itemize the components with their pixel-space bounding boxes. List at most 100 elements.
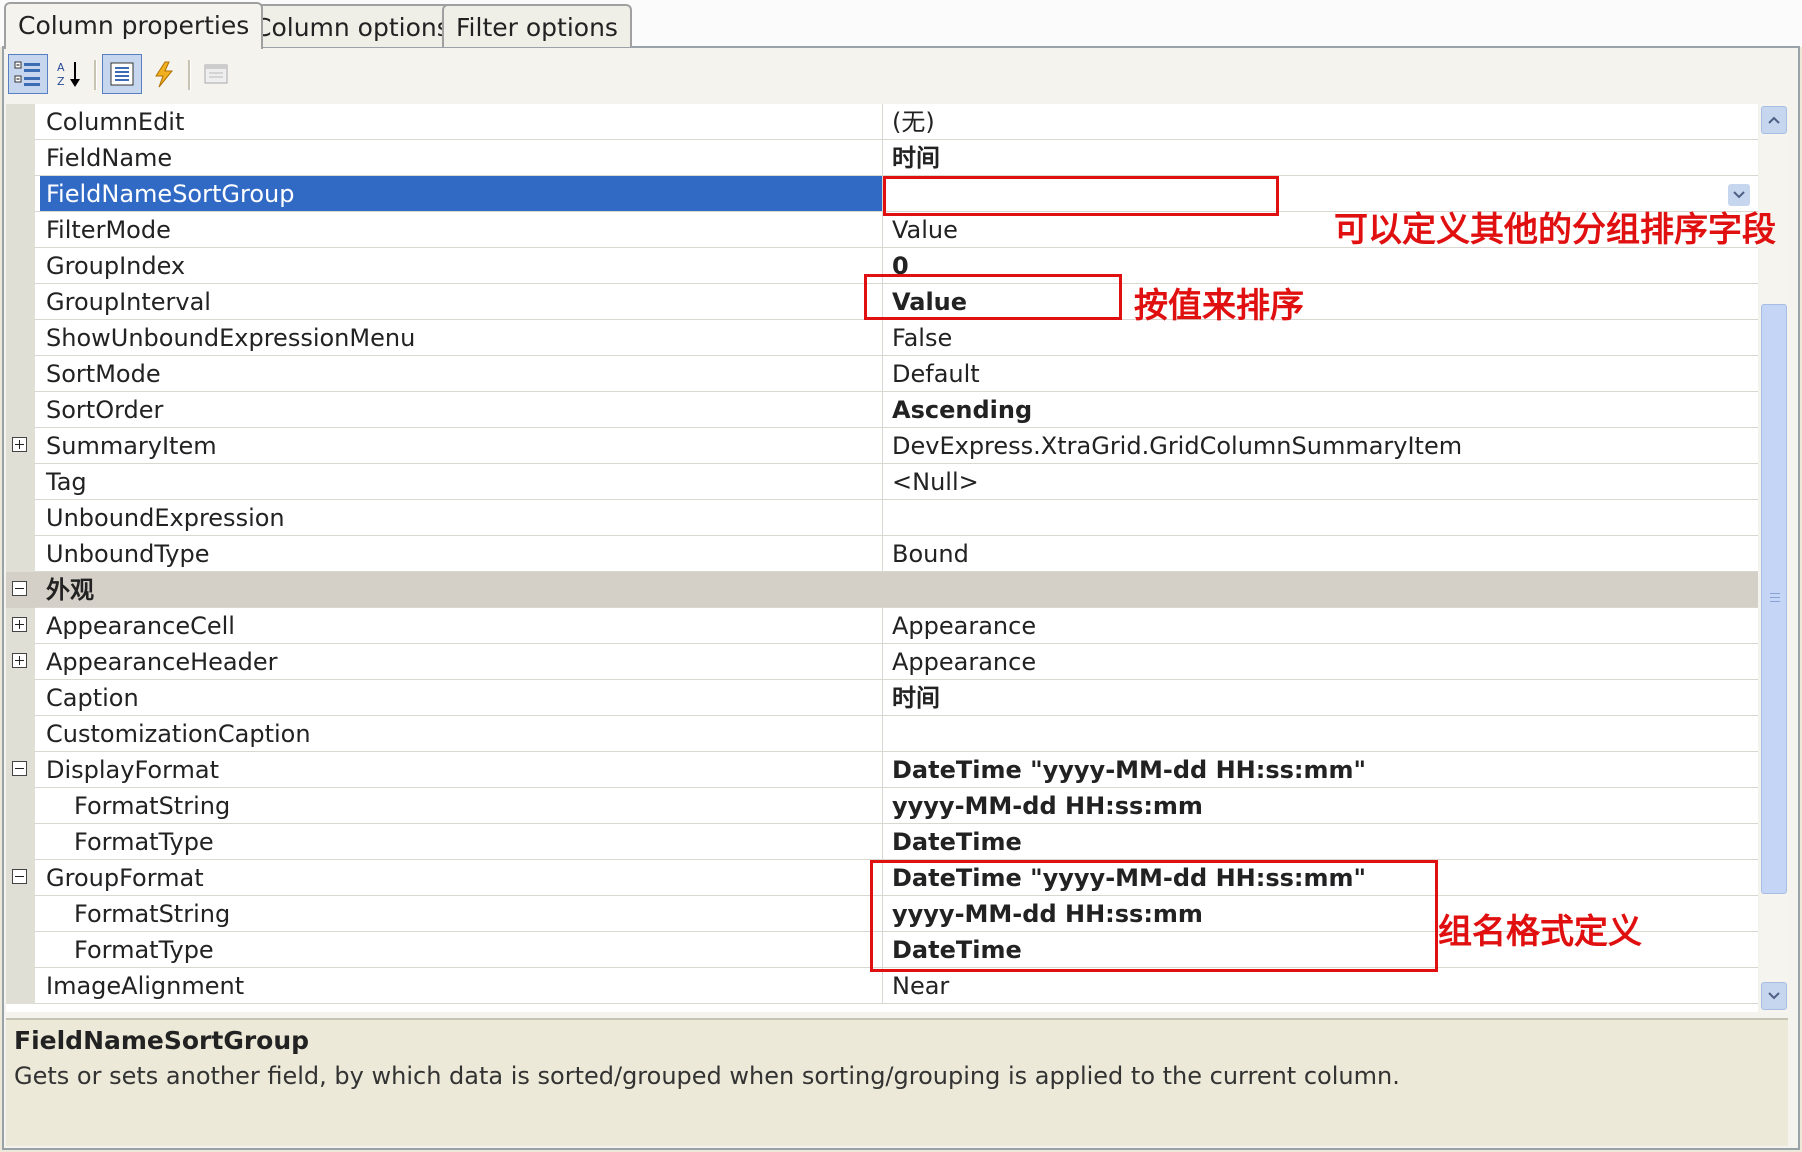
categorized-icon [14,61,40,86]
property-name: SortOrder [40,392,883,427]
property-row[interactable]: FieldName 时间 [6,140,1758,176]
property-name: AppearanceCell [40,608,883,643]
property-name: SortMode [40,356,883,391]
property-row[interactable]: CustomizationCaption [6,716,1758,752]
events-button[interactable] [144,54,184,94]
collapse-minus-icon[interactable] [12,581,27,596]
property-row[interactable]: AppearanceCell Appearance [6,608,1758,644]
property-value[interactable]: DateTime [886,824,1758,859]
annotation-box-sort-group [883,176,1279,216]
property-value[interactable]: Bound [886,536,1758,571]
property-value[interactable]: <Null> [886,464,1758,499]
category-row[interactable]: 外观 [6,572,1758,608]
alphabetical-view-button[interactable]: A Z [50,54,90,94]
property-name: UnboundType [40,536,883,571]
annotation-box-group-interval [864,274,1122,320]
property-value[interactable]: Appearance [886,644,1758,679]
annotation-sort-group: 可以定义其他的分组排序字段 [1334,210,1776,250]
row-gutter [6,824,35,860]
properties-button[interactable] [102,54,142,94]
property-row[interactable]: ColumnEdit (无) [6,104,1758,140]
property-name: FormatType [40,824,883,859]
property-row[interactable]: UnboundType Bound [6,536,1758,572]
row-gutter [6,500,35,536]
property-row[interactable]: FormatString yyyy-MM-dd HH:ss:mm [6,788,1758,824]
property-row[interactable]: AppearanceHeader Appearance [6,644,1758,680]
property-name: SummaryItem [40,428,883,463]
lightning-icon [155,61,174,88]
row-gutter [6,212,35,248]
scroll-thumb[interactable] [1761,304,1787,894]
property-name: GroupInterval [40,284,883,319]
svg-text:Z: Z [57,75,65,88]
description-text: Gets or sets another field, by which dat… [14,1062,1400,1090]
property-value[interactable]: 时间 [886,140,1758,175]
row-gutter [6,716,35,752]
row-gutter [6,932,35,968]
property-value[interactable]: DevExpress.XtraGrid.GridColumnSummaryIte… [886,428,1758,463]
property-name: ImageAlignment [40,968,883,1003]
property-value[interactable]: Appearance [886,608,1758,643]
tab-column-options[interactable]: Column options [240,4,464,47]
property-value[interactable]: Ascending [886,392,1758,427]
property-row[interactable]: SortMode Default [6,356,1758,392]
property-value[interactable] [886,716,1758,751]
property-row[interactable]: FormatType DateTime [6,824,1758,860]
property-row[interactable]: Tag <Null> [6,464,1758,500]
collapse-minus-icon[interactable] [12,761,27,776]
row-gutter [6,320,35,356]
row-gutter [6,284,35,320]
property-name: GroupFormat [40,860,883,895]
property-list-icon [110,62,134,86]
collapse-minus-icon[interactable] [12,869,27,884]
svg-text:A: A [57,61,65,74]
expand-plus-icon[interactable] [12,653,27,668]
property-value[interactable]: DateTime "yyyy-MM-dd HH:ss:mm" [886,752,1758,787]
property-row[interactable]: Caption 时间 [6,680,1758,716]
expand-plus-icon[interactable] [12,617,27,632]
row-gutter [6,176,35,212]
property-name: FieldNameSortGroup [40,176,883,211]
tab-filter-options[interactable]: Filter options [442,4,632,47]
property-name: UnboundExpression [40,500,883,535]
property-name: FormatString [40,788,883,823]
property-pages-icon [204,64,228,84]
property-name: ShowUnboundExpressionMenu [40,320,883,355]
property-value[interactable] [886,500,1758,535]
expand-plus-icon[interactable] [12,437,27,452]
row-gutter [6,788,35,824]
property-row[interactable]: SummaryItem DevExpress.XtraGrid.GridColum… [6,428,1758,464]
property-row[interactable]: ShowUnboundExpressionMenu False [6,320,1758,356]
property-value[interactable]: (无) [886,104,1758,139]
property-value[interactable]: 时间 [886,680,1758,715]
property-value[interactable]: False [886,320,1758,355]
property-value[interactable]: yyyy-MM-dd HH:ss:mm [886,788,1758,823]
sort-az-icon: A Z [57,61,80,88]
property-name: Tag [40,464,883,499]
annotation-group-name-format: 组名格式定义 [1438,912,1642,952]
chevron-down-icon [1733,191,1745,199]
description-pane: FieldNameSortGroup Gets or sets another … [6,1018,1788,1146]
property-pages-button[interactable] [196,54,236,94]
property-name: ColumnEdit [40,104,883,139]
property-name: Caption [40,680,883,715]
property-name: GroupIndex [40,248,883,283]
property-row[interactable]: UnboundExpression [6,500,1758,536]
property-row[interactable]: DisplayFormat DateTime "yyyy-MM-dd HH:ss:… [6,752,1758,788]
property-name: FieldName [40,140,883,175]
property-name: 外观 [40,572,883,607]
property-name: DisplayFormat [40,752,883,787]
property-name: FormatType [40,932,883,967]
scroll-down-button[interactable] [1761,982,1787,1010]
row-gutter [6,464,35,500]
annotation-box-group-format [870,860,1438,972]
tab-column-properties[interactable]: Column properties [4,2,264,49]
property-row[interactable]: ImageAlignment Near [6,968,1758,1004]
property-name: FilterMode [40,212,883,247]
row-gutter [6,104,35,140]
property-row[interactable]: SortOrder Ascending [6,392,1758,428]
categorized-view-button[interactable] [8,54,48,94]
property-value[interactable]: Default [886,356,1758,391]
property-value[interactable]: Near [886,968,1758,1003]
scroll-up-button[interactable] [1761,106,1787,134]
